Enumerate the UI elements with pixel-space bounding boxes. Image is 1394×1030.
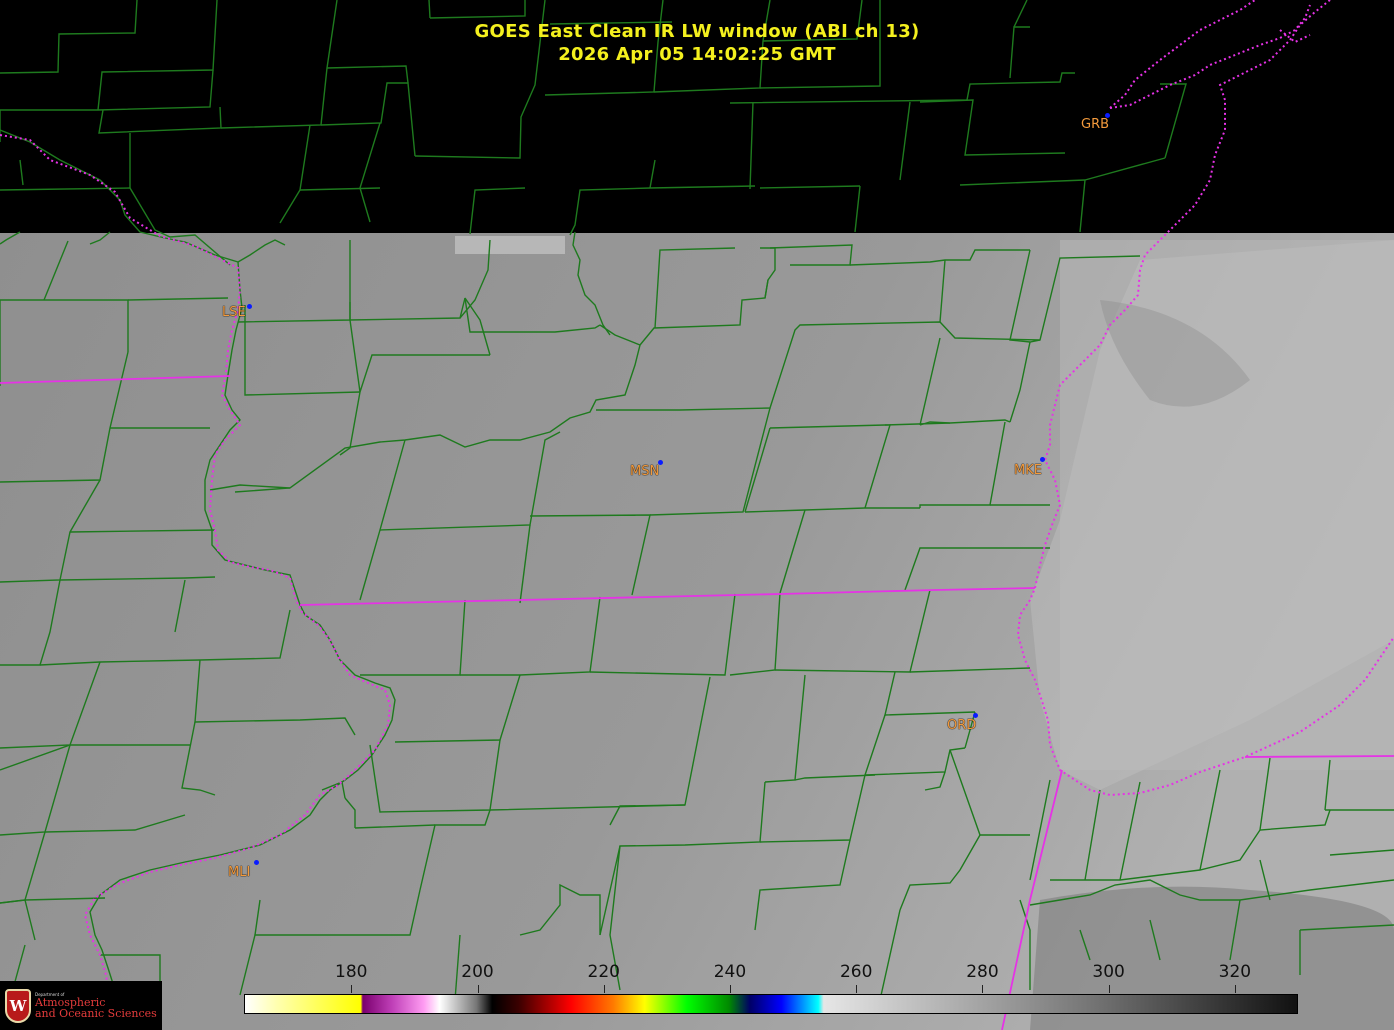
colorbar-tick-label: 240 xyxy=(713,962,747,982)
logo-name-line2: and Oceanic Sciences xyxy=(35,1006,157,1020)
colorbar-tick-mark xyxy=(982,985,984,993)
station-label-msn: MSN xyxy=(630,464,660,479)
colorbar-tick-label: 300 xyxy=(1092,962,1125,982)
station-label-grb: GRB xyxy=(1081,117,1110,132)
colorbar-tick-mark xyxy=(351,985,353,993)
colorbar-tick-label: 280 xyxy=(966,962,999,982)
station-label-mli: MLI xyxy=(228,865,251,880)
colorbar-tick-mark xyxy=(603,985,605,993)
colorbar xyxy=(244,994,1298,1014)
logo-text: Department of Atmospheric and Oceanic Sc… xyxy=(35,992,157,1020)
station-label-ord: ORD xyxy=(947,718,977,733)
colorbar-tick-mark xyxy=(1108,985,1110,993)
station-label-mke: MKE xyxy=(1014,463,1042,478)
logo-name-line1: Atmospheric xyxy=(35,995,106,1009)
colorbar-tick-label: 180 xyxy=(335,962,368,982)
colorbar-tick-label: 260 xyxy=(839,962,873,982)
colorbar-tick-mark xyxy=(729,985,731,993)
satellite-map xyxy=(0,0,1394,1030)
colorbar-tick-label: 200 xyxy=(461,962,494,982)
colorbar-tick-mark xyxy=(477,985,479,993)
station-dot xyxy=(254,860,259,865)
chart-timestamp: 2026 Apr 05 14:02:25 GMT xyxy=(558,44,836,65)
station-dot xyxy=(247,304,252,309)
station-dot xyxy=(1040,457,1045,462)
colorbar-tick-mark xyxy=(1234,985,1236,993)
colorbar-tick-label: 220 xyxy=(587,962,620,982)
chart-title: GOES East Clean IR LW window (ABI ch 13) xyxy=(474,21,920,42)
cloud-top-patch xyxy=(455,236,565,254)
uw-crest-icon: W xyxy=(5,988,31,1023)
station-label-lse: LSE xyxy=(222,305,246,320)
aos-logo: W Department of Atmospheric and Oceanic … xyxy=(0,981,162,1030)
colorbar-tick-mark xyxy=(856,985,858,993)
colorbar-tick-label: 320 xyxy=(1218,962,1252,982)
